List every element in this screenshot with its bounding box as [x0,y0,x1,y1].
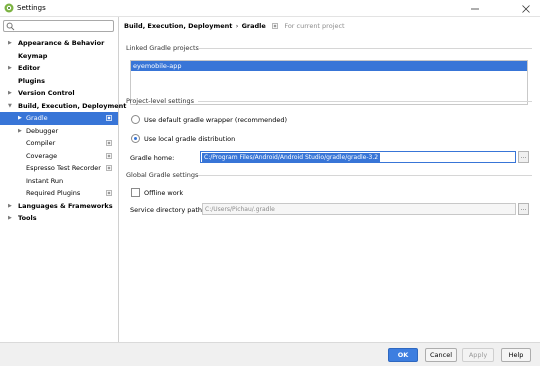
project-scope-icon [106,165,112,171]
tree-item-label: Espresso Test Recorder [26,164,101,172]
dialog-footer: OK Cancel Apply Help [0,342,540,366]
breadcrumb-separator: › [235,22,239,30]
service-directory-label: Service directory path: [130,206,205,214]
expand-arrow-icon[interactable]: ▶ [8,62,12,75]
tree-item-gradle[interactable]: ▶ Gradle [0,112,118,125]
default-wrapper-radio[interactable] [131,115,140,124]
expand-arrow-icon[interactable]: ▶ [8,37,12,50]
offline-work-checkbox[interactable] [131,188,140,197]
android-studio-icon [4,3,14,13]
cancel-button[interactable]: Cancel [425,348,457,362]
expand-arrow-icon[interactable]: ▶ [8,200,12,213]
project-scope-icon [106,190,112,196]
collapse-arrow-icon[interactable]: ▼ [8,100,12,113]
search-icon [6,22,15,31]
tree-item-coverage[interactable]: Coverage [0,150,118,163]
local-distribution-radio[interactable] [131,134,140,143]
tree-item-appearance-behavior[interactable]: ▶ Appearance & Behavior [0,37,118,50]
tree-item-label: Debugger [26,126,59,135]
settings-sidebar: ▶ Appearance & Behavior Keymap ▶ Editor … [0,17,126,342]
project-row[interactable]: eyemobile-app [131,61,527,71]
tree-item-debugger[interactable]: ▶ Debugger [0,125,118,138]
minimize-button[interactable] [462,0,488,17]
settings-content: Build, Execution, Deployment › Gradle Fo… [120,17,540,342]
minimize-icon [471,8,479,9]
tree-item-label: Instant Run [26,176,64,185]
project-scope-icon [106,152,112,159]
offline-work-label[interactable]: Offline work [144,189,183,197]
breadcrumb: Build, Execution, Deployment › Gradle Fo… [124,22,345,30]
window-title: Settings [17,4,46,12]
service-directory-browse-button[interactable]: ... [518,203,529,215]
project-scope-icon [272,23,278,29]
tree-item-required-plugins[interactable]: Required Plugins [0,187,118,200]
tree-item-instant-run[interactable]: Instant Run [0,175,118,188]
local-distribution-label[interactable]: Use local gradle distribution [144,135,235,143]
scope-note: For current project [284,22,345,30]
section-divider [198,175,532,176]
tree-item-label: Coverage [26,151,58,160]
project-level-title: Project-level settings [126,97,195,105]
tree-item-label: Version Control [18,89,75,97]
expand-arrow-icon[interactable]: ▶ [8,212,12,225]
expand-arrow-icon[interactable]: ▶ [8,87,12,100]
tree-item-version-control[interactable]: ▶ Version Control [0,87,118,100]
linked-projects-title: Linked Gradle projects [126,44,199,52]
settings-search-input[interactable] [16,22,112,31]
tree-item-plugins[interactable]: Plugins [0,75,118,88]
tree-item-label: Languages & Frameworks [18,201,113,210]
default-wrapper-label[interactable]: Use default gradle wrapper (recommended) [144,116,287,124]
tree-item-label: Gradle [26,114,48,122]
tree-item-label: Editor [18,64,41,72]
settings-search-box[interactable] [3,20,114,32]
title-bar: Settings [0,0,540,17]
tree-item-label: Tools [18,214,37,222]
tree-item-label: Keymap [18,51,48,60]
tree-item-keymap[interactable]: Keymap [0,50,118,63]
project-scope-icon [106,140,112,146]
tree-item-label: Appearance & Behavior [18,39,105,47]
tree-item-label: Build, Execution, Deployment [18,101,127,110]
global-settings-title: Global Gradle settings [126,171,199,179]
expand-arrow-icon[interactable]: ▶ [18,125,22,138]
settings-tree: ▶ Appearance & Behavior Keymap ▶ Editor … [0,37,126,225]
help-button[interactable]: Help [501,348,531,362]
gradle-home-browse-button[interactable]: ... [518,151,529,163]
close-icon [522,4,530,13]
tree-item-tools[interactable]: ▶ Tools [0,212,118,225]
tree-item-label: Required Plugins [26,189,81,197]
apply-button[interactable]: Apply [462,348,494,362]
tree-item-compiler[interactable]: Compiler [0,137,118,150]
section-divider [198,48,532,49]
tree-item-build-execution-deployment[interactable]: ▼ Build, Execution, Deployment [0,100,126,113]
service-directory-input[interactable] [202,203,516,215]
close-button[interactable] [513,0,539,17]
gradle-home-label: Gradle home: [130,154,175,162]
tree-item-label: Plugins [18,76,45,85]
ok-button[interactable]: OK [388,348,418,362]
expand-arrow-icon[interactable]: ▶ [18,112,22,125]
tree-item-espresso-test-recorder[interactable]: Espresso Test Recorder [0,162,118,175]
tree-item-editor[interactable]: ▶ Editor [0,62,118,75]
breadcrumb-parent: Build, Execution, Deployment [124,22,233,30]
tree-item-languages-frameworks[interactable]: ▶ Languages & Frameworks [0,200,118,213]
breadcrumb-current: Gradle [241,22,266,30]
tree-item-label: Compiler [26,139,56,147]
gradle-home-value[interactable]: C:/Program Files/Android/Android Studio/… [202,153,381,163]
project-scope-icon [106,115,112,121]
section-divider [198,101,532,102]
